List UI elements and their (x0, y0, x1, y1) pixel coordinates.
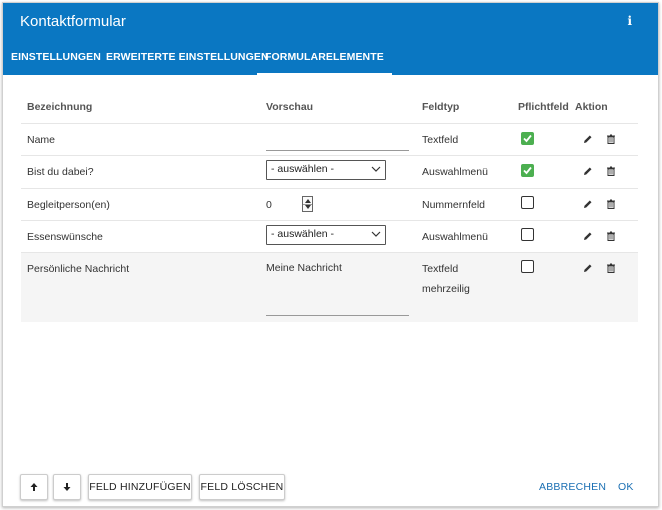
tab-einstellungen[interactable]: EINSTELLUNGEN (11, 47, 101, 75)
preview-select[interactable]: - auswählen - (266, 225, 386, 245)
dialog-title: Kontaktformular (20, 13, 126, 30)
row-label: Persönliche Nachricht (27, 263, 130, 275)
tab-formularelemente[interactable]: FORMULARELEMENTE (257, 47, 392, 75)
trash-icon[interactable] (606, 199, 616, 209)
row-label: Begleitperson(en) (27, 199, 110, 211)
cancel-button[interactable]: ABBRECHEN (539, 481, 606, 493)
trash-icon[interactable] (606, 231, 616, 241)
preview-number-input[interactable]: 0 (266, 199, 272, 211)
arrow-up-icon (30, 483, 38, 491)
dialog: Kontaktformular i EINSTELLUNGEN ERWEITER… (2, 2, 659, 507)
table-row[interactable]: Bist du dabei? - auswählen - Auswahlmenü (21, 155, 638, 188)
pencil-icon[interactable] (583, 263, 593, 273)
preview-select[interactable]: - auswählen - (266, 160, 386, 180)
row-label: Bist du dabei? (27, 166, 94, 178)
move-up-button[interactable] (20, 474, 48, 500)
row-type: Auswahlmenü (422, 166, 488, 178)
delete-field-button[interactable]: FELD LÖSCHEN (199, 474, 285, 500)
number-spinner[interactable] (302, 196, 313, 212)
header-bezeichnung: Bezeichnung (27, 101, 93, 113)
ok-button[interactable]: OK (618, 481, 634, 493)
required-checkbox[interactable] (521, 164, 534, 177)
pencil-icon[interactable] (583, 166, 593, 176)
row-type: Nummernfeld (422, 199, 486, 211)
spinner-up-icon[interactable] (305, 199, 311, 203)
table-row[interactable]: Begleitperson(en) 0 Nummernfeld (21, 188, 638, 220)
trash-icon[interactable] (606, 263, 616, 273)
trash-icon[interactable] (606, 134, 616, 144)
required-checkbox[interactable] (521, 228, 534, 241)
select-value: - auswählen - (271, 163, 335, 175)
row-type: Textfeld (422, 134, 459, 146)
header-vorschau: Vorschau (266, 101, 314, 113)
required-checkbox[interactable] (521, 132, 534, 145)
pencil-icon[interactable] (583, 134, 593, 144)
check-icon (523, 166, 532, 175)
trash-icon[interactable] (606, 166, 616, 176)
header-pflichtfeld: Pflichtfeld (518, 101, 569, 113)
table-row[interactable]: Name Textfeld (21, 123, 638, 155)
row-label: Name (27, 134, 56, 146)
table-row[interactable]: Essenswünsche - auswählen - Auswahlmenü (21, 220, 638, 252)
required-checkbox[interactable] (521, 196, 534, 209)
spinner-down-icon[interactable] (305, 205, 311, 209)
row-type: Textfeld (422, 263, 459, 275)
add-field-button[interactable]: FELD HINZUFÜGEN (88, 474, 192, 500)
preview-text-input[interactable] (266, 150, 409, 151)
tab-erweiterte-einstellungen[interactable]: ERWEITERTE EINSTELLUNGEN (106, 47, 269, 75)
move-down-button[interactable] (53, 474, 81, 500)
row-label: Essenswünsche (27, 231, 103, 243)
chevron-down-icon (371, 231, 381, 237)
info-icon[interactable]: i (627, 14, 632, 28)
check-icon (523, 134, 532, 143)
row-type-line2: mehrzeilig (422, 283, 470, 295)
row-type: Auswahlmenü (422, 231, 488, 243)
preview-textarea[interactable]: Meine Nachricht (266, 262, 342, 274)
header-aktion: Aktion (575, 101, 608, 113)
required-checkbox[interactable] (521, 260, 534, 273)
dialog-header: Kontaktformular i EINSTELLUNGEN ERWEITER… (3, 3, 658, 75)
header-feldtyp: Feldtyp (422, 101, 460, 113)
chevron-down-icon (371, 166, 381, 172)
table-row[interactable]: Persönliche Nachricht Meine Nachricht Te… (21, 252, 638, 322)
arrow-down-icon (63, 483, 71, 491)
pencil-icon[interactable] (583, 231, 593, 241)
select-value: - auswählen - (271, 228, 335, 240)
pencil-icon[interactable] (583, 199, 593, 209)
